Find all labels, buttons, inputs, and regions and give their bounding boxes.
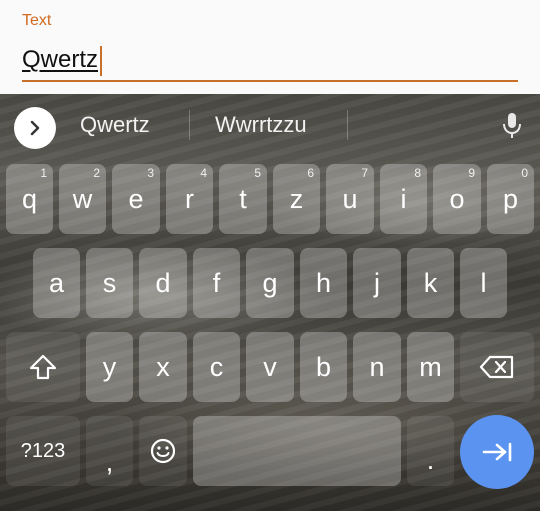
shift-icon — [29, 354, 57, 380]
key-l[interactable]: l — [460, 248, 507, 318]
key-j[interactable]: j — [353, 248, 401, 318]
key-label: p — [502, 183, 519, 214]
key-label: v — [263, 351, 277, 382]
key-label: l — [480, 267, 487, 298]
backspace-key[interactable] — [460, 332, 534, 402]
suggestion-2[interactable]: Wwrrtzzu — [215, 112, 307, 138]
key-a[interactable]: a — [33, 248, 80, 318]
key-hint: 1 — [40, 166, 47, 180]
key-label: z — [289, 183, 304, 214]
expand-toolbar-button[interactable] — [14, 107, 56, 149]
chevron-right-icon — [30, 120, 40, 136]
period-key[interactable]: . — [407, 416, 454, 486]
text-cursor — [100, 46, 102, 76]
key-label: e — [128, 183, 144, 214]
key-u[interactable]: 7 u — [326, 164, 374, 234]
key-r[interactable]: 4 r — [166, 164, 213, 234]
key-hint: 6 — [307, 166, 314, 180]
emoji-icon — [150, 438, 176, 464]
space-key[interactable] — [193, 416, 401, 486]
key-label: i — [400, 183, 407, 214]
key-h[interactable]: h — [300, 248, 347, 318]
key-hint: 3 — [147, 166, 154, 180]
key-p[interactable]: 0 p — [487, 164, 534, 234]
key-t[interactable]: 5 t — [219, 164, 267, 234]
key-o[interactable]: 9 o — [433, 164, 481, 234]
tab-arrow-icon — [482, 442, 512, 462]
key-label: h — [315, 267, 332, 298]
key-hint: 8 — [414, 166, 421, 180]
key-v[interactable]: v — [246, 332, 294, 402]
key-label: s — [102, 267, 117, 298]
key-hint: 9 — [468, 166, 475, 180]
key-q[interactable]: 1 q — [6, 164, 53, 234]
key-k[interactable]: k — [407, 248, 454, 318]
key-label: w — [72, 183, 93, 214]
key-w[interactable]: 2 w — [59, 164, 106, 234]
enter-key[interactable] — [460, 415, 534, 489]
symbols-label: ?123 — [20, 440, 66, 462]
period-label: . — [426, 444, 435, 475]
key-hint: 4 — [200, 166, 207, 180]
key-c[interactable]: c — [193, 332, 240, 402]
key-label: r — [185, 183, 194, 214]
key-hint: 0 — [521, 166, 528, 180]
key-z[interactable]: 6 z — [273, 164, 320, 234]
backspace-icon — [479, 355, 514, 379]
key-label: f — [212, 267, 221, 298]
emoji-key[interactable] — [139, 416, 187, 486]
key-label: m — [419, 351, 442, 382]
key-label: a — [48, 267, 65, 298]
key-b[interactable]: b — [300, 332, 347, 402]
key-label: u — [342, 183, 358, 214]
microphone-icon — [503, 113, 521, 138]
key-label: c — [209, 351, 224, 382]
key-label: y — [102, 351, 117, 382]
text-input-value: Qwertz — [22, 46, 99, 73]
symbols-key[interactable]: ?123 — [6, 416, 80, 486]
key-e[interactable]: 3 e — [112, 164, 160, 234]
key-label: b — [315, 351, 332, 382]
key-n[interactable]: n — [353, 332, 401, 402]
key-x[interactable]: x — [139, 332, 187, 402]
key-label: g — [262, 267, 278, 298]
key-label: q — [21, 183, 38, 214]
key-f[interactable]: f — [193, 248, 240, 318]
shift-key[interactable] — [6, 332, 80, 402]
soft-keyboard: Qwertz Wwrrtzzu 1 q 2 w 3 e 4 r 5 t 6 z — [0, 94, 540, 511]
key-y[interactable]: y — [86, 332, 133, 402]
voice-input-button[interactable] — [497, 108, 527, 144]
text-field-area: Text Qwertz — [0, 0, 540, 94]
key-s[interactable]: s — [86, 248, 133, 318]
key-i[interactable]: 8 i — [380, 164, 427, 234]
comma-label: , — [105, 446, 114, 477]
field-label: Text — [22, 12, 52, 29]
key-d[interactable]: d — [139, 248, 187, 318]
key-label: n — [369, 351, 385, 382]
comma-key[interactable]: , — [86, 416, 133, 486]
key-label: d — [155, 267, 171, 298]
text-input[interactable]: Qwertz — [22, 44, 518, 82]
key-hint: 5 — [254, 166, 261, 180]
key-label: x — [156, 351, 170, 382]
key-m[interactable]: m — [407, 332, 454, 402]
suggestion-strip: Qwertz Wwrrtzzu — [0, 94, 540, 156]
suggestion-1[interactable]: Qwertz — [80, 112, 150, 138]
key-hint: 7 — [361, 166, 368, 180]
key-label: j — [374, 267, 380, 298]
key-label: t — [239, 183, 247, 214]
key-hint: 2 — [93, 166, 100, 180]
key-g[interactable]: g — [246, 248, 294, 318]
key-label: o — [449, 183, 465, 214]
suggestion-divider — [347, 110, 348, 140]
suggestion-divider — [189, 110, 190, 140]
key-label: k — [423, 267, 438, 298]
